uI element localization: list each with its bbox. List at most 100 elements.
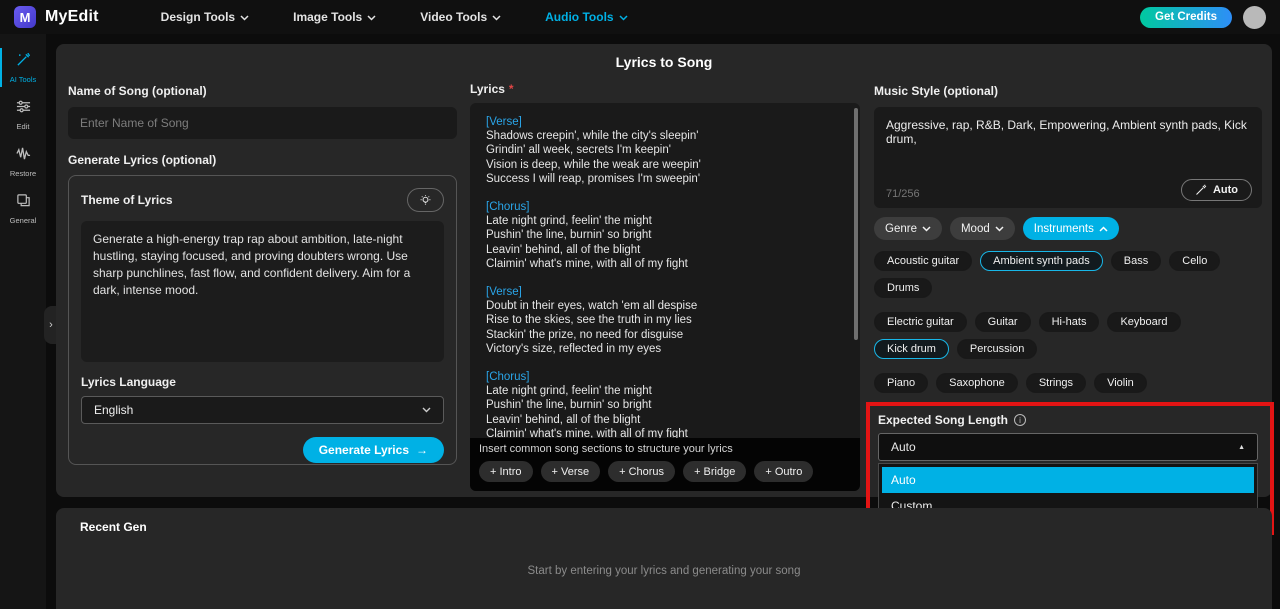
instrument-chip-guitar[interactable]: Guitar (975, 312, 1031, 332)
insert-sections-bar: Insert common song sections to structure… (470, 438, 860, 491)
sidebar-item-restore[interactable]: Restore (0, 138, 46, 185)
lyrics-line: Victory's size, reflected in my eyes (486, 342, 844, 356)
instrument-chip-acoustic-guitar[interactable]: Acoustic guitar (874, 251, 972, 271)
instrument-chip-keyboard[interactable]: Keyboard (1107, 312, 1180, 332)
lyrics-label: Lyrics (470, 82, 505, 96)
instrument-chip-strings[interactable]: Strings (1026, 373, 1086, 393)
lyrics-section: [Chorus]Late night grind, feelin' the mi… (486, 200, 844, 271)
filter-chip-mood[interactable]: Mood (950, 217, 1015, 240)
lyrics-line: Pushin' the line, burnin' so bright (486, 398, 844, 412)
chevron-down-icon (619, 15, 628, 21)
lyrics-line: Grindin' all week, secrets I'm keepin' (486, 143, 844, 157)
magic-wand-icon (1195, 184, 1207, 196)
info-icon[interactable]: i (1014, 414, 1026, 426)
song-length-value: Auto (891, 440, 916, 454)
instrument-chip-hi-hats[interactable]: Hi-hats (1039, 312, 1100, 332)
instrument-chip-saxophone[interactable]: Saxophone (936, 373, 1018, 393)
instrument-chip-ambient-synth-pads[interactable]: Ambient synth pads (980, 251, 1103, 271)
filter-chip-instruments[interactable]: Instruments (1023, 217, 1119, 240)
chevron-up-icon (1099, 226, 1108, 232)
recent-gen-title: Recent Gen (80, 520, 147, 534)
brand-name: MyEdit (45, 8, 99, 26)
chevron-down-icon (422, 407, 431, 413)
music-style-label: Music Style (optional) (874, 84, 998, 98)
song-name-input[interactable] (68, 107, 457, 139)
lyrics-language-select[interactable]: English (81, 396, 444, 424)
filter-chip-label: Instruments (1034, 223, 1094, 235)
generate-lyrics-label: Generate Lyrics (optional) (68, 153, 457, 167)
insert-intro-button[interactable]: + Intro (479, 461, 533, 482)
lyrics-column: Lyrics * [Verse]Shadows creepin', while … (470, 82, 860, 491)
layers-icon (16, 193, 31, 213)
song-setup-column: Name of Song (optional) Generate Lyrics … (68, 82, 457, 465)
lyrics-section: [Verse]Shadows creepin', while the city'… (486, 115, 844, 186)
song-length-label: Expected Song Length (878, 413, 1008, 427)
lyrics-section: [Chorus]Late night grind, feelin' the mi… (486, 370, 844, 441)
filter-chip-genre[interactable]: Genre (874, 217, 942, 240)
chevron-down-icon (922, 226, 931, 232)
theme-suggestion-button[interactable] (407, 188, 444, 212)
instrument-chip-electric-guitar[interactable]: Electric guitar (874, 312, 967, 332)
lyrics-section-tag: [Chorus] (486, 370, 844, 384)
lyrics-line: Vision is deep, while the weak are weepi… (486, 158, 844, 172)
lyrics-section-tag: [Verse] (486, 115, 844, 129)
generate-lyrics-button[interactable]: Generate Lyrics → (303, 437, 444, 463)
top-nav: M MyEdit Design Tools Image Tools Video To… (0, 0, 1280, 34)
insert-section-buttons: + Intro + Verse + Chorus + Bridge + Outro (479, 461, 851, 482)
nav-item-label: Audio Tools (545, 10, 613, 24)
insert-outro-button[interactable]: + Outro (754, 461, 813, 482)
chevron-up-icon: ▲ (1238, 444, 1245, 451)
lyrics-section-tag: [Chorus] (486, 200, 844, 214)
insert-verse-button[interactable]: + Verse (541, 461, 601, 482)
auto-style-button[interactable]: Auto (1181, 179, 1252, 201)
instrument-chip-cello[interactable]: Cello (1169, 251, 1220, 271)
sidebar-item-label: Edit (17, 122, 30, 131)
sidebar: AI Tools Edit RestoreGeneral (0, 34, 46, 609)
lyrics-line: Late night grind, feelin' the might (486, 214, 844, 228)
magic-wand-icon (16, 52, 31, 72)
nav-item-image-tools[interactable]: Image Tools (293, 10, 376, 24)
lyrics-line: Shadows creepin', while the city's sleep… (486, 129, 844, 143)
lyrics-line: Pushin' the line, burnin' so bright (486, 228, 844, 242)
instrument-chip-kick-drum[interactable]: Kick drum (874, 339, 949, 359)
required-asterisk: * (509, 82, 514, 96)
song-length-select[interactable]: Auto ▲ (878, 433, 1258, 461)
get-credits-button[interactable]: Get Credits (1140, 7, 1232, 28)
music-style-textarea[interactable]: Aggressive, rap, R&B, Dark, Empowering, … (874, 107, 1262, 208)
filter-chip-label: Genre (885, 223, 917, 235)
waveform-icon (16, 146, 31, 166)
instrument-chip-bass[interactable]: Bass (1111, 251, 1161, 271)
lyrics-content: [Verse]Shadows creepin', while the city'… (470, 103, 860, 467)
instrument-chip-percussion[interactable]: Percussion (957, 339, 1037, 359)
song-length-option-auto[interactable]: Auto (882, 467, 1254, 493)
chevron-down-icon (240, 15, 249, 21)
theme-textarea[interactable]: Generate a high-energy trap rap about am… (81, 221, 444, 362)
nav-right: Get Credits (1140, 6, 1266, 29)
instrument-chip-drums[interactable]: Drums (874, 278, 932, 298)
nav-item-audio-tools[interactable]: Audio Tools (545, 10, 627, 24)
sidebar-item-edit[interactable]: Edit (0, 91, 46, 138)
nav-item-video-tools[interactable]: Video Tools (420, 10, 501, 24)
instrument-chip-violin[interactable]: Violin (1094, 373, 1147, 393)
nav-item-label: Image Tools (293, 10, 362, 24)
sidebar-item-ai-tools[interactable]: AI Tools (0, 44, 46, 91)
lyrics-line: Claimin' what's mine, with all of my fig… (486, 257, 844, 271)
lyrics-scrollbar[interactable] (854, 108, 858, 340)
myedit-logo-icon[interactable]: M (14, 6, 36, 28)
user-avatar[interactable] (1243, 6, 1266, 29)
nav-item-design-tools[interactable]: Design Tools (161, 10, 249, 24)
sidebar-item-general[interactable]: General (0, 185, 46, 232)
instrument-chip-piano[interactable]: Piano (874, 373, 928, 393)
recent-gen-panel: Recent Gen Start by entering your lyrics… (56, 508, 1272, 609)
song-name-label: Name of Song (optional) (68, 84, 207, 98)
app-screen: M MyEdit Design Tools Image Tools Video To… (0, 0, 1280, 609)
lyrics-textarea[interactable]: [Verse]Shadows creepin', while the city'… (470, 103, 860, 491)
chevron-down-icon (492, 15, 501, 21)
sidebar-item-label: AI Tools (10, 75, 37, 84)
recent-gen-empty-text: Start by entering your lyrics and genera… (56, 565, 1272, 577)
auto-style-label: Auto (1213, 184, 1238, 196)
insert-bridge-button[interactable]: + Bridge (683, 461, 746, 482)
music-style-value: Aggressive, rap, R&B, Dark, Empowering, … (874, 107, 1262, 157)
page-title: Lyrics to Song (56, 54, 1272, 70)
insert-chorus-button[interactable]: + Chorus (608, 461, 675, 482)
